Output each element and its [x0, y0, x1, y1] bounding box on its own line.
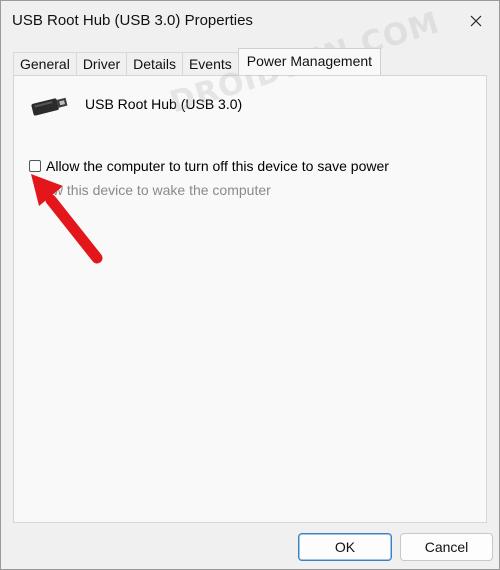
device-name: USB Root Hub (USB 3.0) [85, 96, 243, 112]
title-bar: USB Root Hub (USB 3.0) Properties [1, 1, 499, 43]
tab-driver[interactable]: Driver [75, 52, 128, 75]
properties-dialog: USB Root Hub (USB 3.0) Properties Genera… [0, 0, 500, 570]
usb-connector-icon [31, 97, 68, 116]
red-arrow-annotation [31, 174, 103, 264]
close-icon [470, 15, 482, 27]
tab-strip: General Driver Details Events Power Mana… [13, 48, 382, 75]
tab-general[interactable]: General [13, 52, 77, 75]
tab-events[interactable]: Events [181, 52, 239, 75]
cancel-button[interactable]: Cancel [400, 533, 493, 561]
close-button[interactable] [453, 1, 499, 41]
tab-power-management[interactable]: Power Management [237, 48, 382, 75]
power-management-panel: USB Root Hub (USB 3.0) Allow the compute… [13, 75, 487, 523]
tab-details[interactable]: Details [126, 52, 183, 75]
window-title: USB Root Hub (USB 3.0) Properties [12, 12, 253, 29]
ok-button[interactable]: OK [298, 533, 392, 561]
